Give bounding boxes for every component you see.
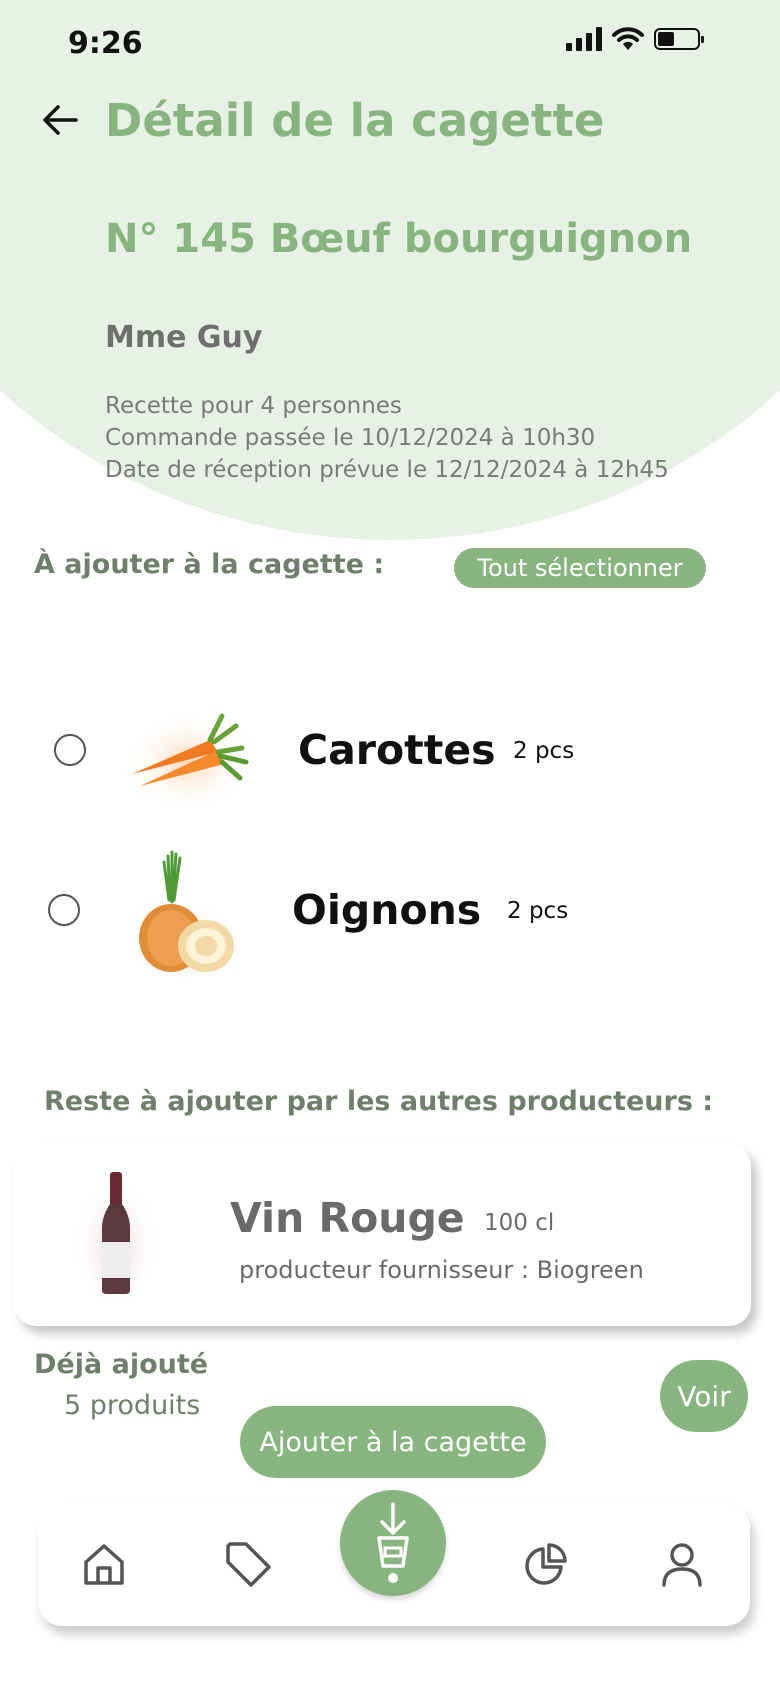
supplier-text: producteur fournisseur : Biogreen [239,1256,644,1284]
order-date-text: Commande passée le 10/12/2024 à 10h30 [105,425,596,451]
product-name: Carottes [298,726,496,774]
list-item: Carottes 2 pcs [0,680,780,820]
back-button[interactable] [40,100,80,140]
to-add-section-title: À ajouter à la cagette : [34,549,385,580]
battery-icon [654,28,704,50]
list-item: Oignons 2 pcs [0,840,780,980]
wifi-icon [612,27,644,50]
servings-text: Recette pour 4 personnes [105,393,402,419]
screen: 9:26 Détail de la cagette N° 145 Bœuf bo… [0,0,780,1688]
nav-offers[interactable] [218,1534,278,1594]
home-icon [84,1544,124,1585]
delivery-date-text: Date de réception prévue le 12/12/2024 à… [105,457,669,483]
nav-stats[interactable] [516,1534,576,1594]
others-section-title: Reste à ajouter par les autres producteu… [44,1086,714,1117]
select-radio[interactable] [48,894,80,926]
product-quantity: 2 pcs [513,738,575,764]
user-icon [662,1543,702,1587]
product-name: Oignons [292,886,482,934]
client-name: Mme Guy [105,320,263,355]
status-time: 9:26 [68,26,143,61]
select-radio[interactable] [54,734,86,766]
pie-chart-icon [525,1543,567,1585]
nav-home[interactable] [74,1534,134,1594]
recipe-name: N° 145 Bœuf bourguignon [105,216,693,262]
select-all-button[interactable]: Tout sélectionner [454,548,706,588]
view-button[interactable]: Voir [660,1360,748,1432]
product-quantity: 100 cl [484,1210,555,1236]
carrot-image [123,707,253,807]
already-added-label: Déjà ajouté [34,1349,209,1380]
product-name: Vin Rouge [230,1194,465,1242]
arrow-left-icon [43,105,78,135]
supplier-product-card: Vin Rouge 100 cl producteur fournisseur … [14,1144,751,1326]
cellular-signal-icon [566,27,602,51]
already-added-count: 5 produits [64,1390,201,1421]
add-to-crate-button[interactable]: Ajouter à la cagette [240,1406,546,1478]
nav-crate[interactable] [340,1490,446,1596]
order-info: Recette pour 4 personnes Commande passée… [105,390,669,486]
bottom-navigation [38,1490,750,1626]
tag-icon [226,1542,271,1587]
page-title: Détail de la cagette [105,94,605,147]
onion-image [124,850,248,977]
nav-profile[interactable] [652,1534,712,1594]
status-icons [566,26,704,52]
product-quantity: 2 pcs [507,898,569,924]
crate-download-icon [377,1502,409,1583]
wine-bottle-image [76,1172,156,1304]
